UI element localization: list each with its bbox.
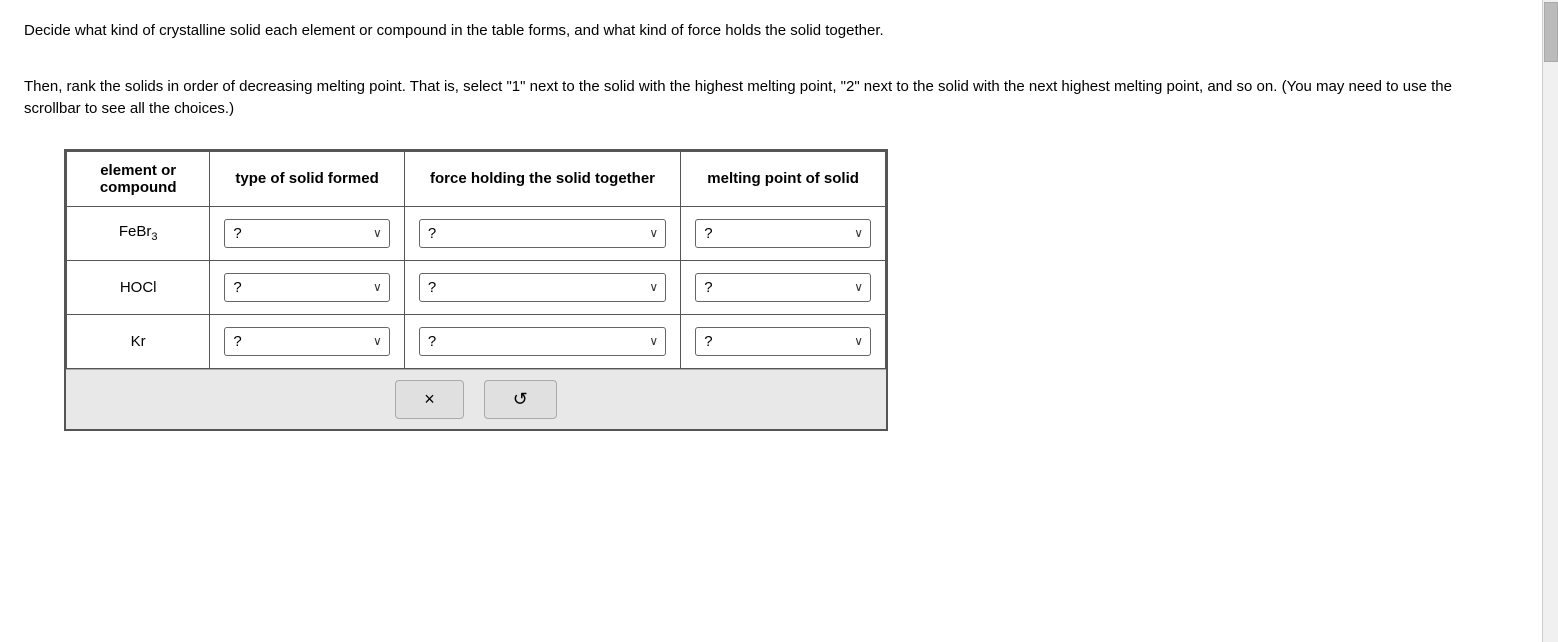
header-type: type of solid formed [210,151,405,206]
melting-cell-2[interactable]: ?123∨ [681,314,886,368]
type-cell-2[interactable]: ?ionicmolecularmetalliccovalent networka… [210,314,405,368]
header-element: element or compound [67,151,210,206]
clear-button[interactable]: × [395,380,464,419]
type-select-2[interactable]: ?ionicmolecularmetalliccovalent networka… [224,327,390,356]
main-table-container: element or compound type of solid formed… [64,149,888,431]
element-cell-1: HOCl [67,260,210,314]
intro-text: Decide what kind of crystalline solid ea… [24,20,1504,43]
scrollbar[interactable] [1542,0,1558,642]
force-dropdown-wrapper-0[interactable]: ?ionic bondsdispersion forcesdipole-dipo… [419,219,666,248]
force-select-1[interactable]: ?ionic bondsdispersion forcesdipole-dipo… [419,273,666,302]
type-select-1[interactable]: ?ionicmolecularmetalliccovalent networka… [224,273,390,302]
type-cell-1[interactable]: ?ionicmolecularmetalliccovalent networka… [210,260,405,314]
table-row: FeBr3 ?ionicmolecularmetalliccovalent net… [67,206,886,260]
type-dropdown-wrapper-1[interactable]: ?ionicmolecularmetalliccovalent networka… [224,273,390,302]
element-cell-0: FeBr3 [67,206,210,260]
melting-cell-1[interactable]: ?123∨ [681,260,886,314]
element-cell-2: Kr [67,314,210,368]
force-cell-0[interactable]: ?ionic bondsdispersion forcesdipole-dipo… [404,206,680,260]
melting-dropdown-wrapper-0[interactable]: ?123∨ [695,219,871,248]
element-name: Kr [131,333,146,350]
scrollbar-thumb[interactable] [1544,2,1558,62]
table-row: Kr ?ionicmolecularmetalliccovalent networ… [67,314,886,368]
melting-select-1[interactable]: ?123 [695,273,871,302]
melting-select-2[interactable]: ?123 [695,327,871,356]
header-melting: melting point of solid [681,151,886,206]
compounds-table: element or compound type of solid formed… [66,151,886,369]
force-cell-2[interactable]: ?ionic bondsdispersion forcesdipole-dipo… [404,314,680,368]
header-force: force holding the solid together [404,151,680,206]
melting-dropdown-wrapper-2[interactable]: ?123∨ [695,327,871,356]
force-dropdown-wrapper-2[interactable]: ?ionic bondsdispersion forcesdipole-dipo… [419,327,666,356]
type-select-0[interactable]: ?ionicmolecularmetalliccovalent networka… [224,219,390,248]
type-cell-0[interactable]: ?ionicmolecularmetalliccovalent networka… [210,206,405,260]
melting-dropdown-wrapper-1[interactable]: ?123∨ [695,273,871,302]
element-name: HOCl [120,279,157,296]
instructions-text: Then, rank the solids in order of decrea… [24,76,1504,121]
force-dropdown-wrapper-1[interactable]: ?ionic bondsdispersion forcesdipole-dipo… [419,273,666,302]
bottom-buttons-row: × ↺ [66,369,886,429]
force-select-0[interactable]: ?ionic bondsdispersion forcesdipole-dipo… [419,219,666,248]
melting-cell-0[interactable]: ?123∨ [681,206,886,260]
force-select-2[interactable]: ?ionic bondsdispersion forcesdipole-dipo… [419,327,666,356]
reset-button[interactable]: ↺ [484,380,557,419]
type-dropdown-wrapper-2[interactable]: ?ionicmolecularmetalliccovalent networka… [224,327,390,356]
table-row: HOCl ?ionicmolecularmetalliccovalent netw… [67,260,886,314]
type-dropdown-wrapper-0[interactable]: ?ionicmolecularmetalliccovalent networka… [224,219,390,248]
melting-select-0[interactable]: ?123 [695,219,871,248]
force-cell-1[interactable]: ?ionic bondsdispersion forcesdipole-dipo… [404,260,680,314]
element-name: FeBr3 [119,223,158,240]
